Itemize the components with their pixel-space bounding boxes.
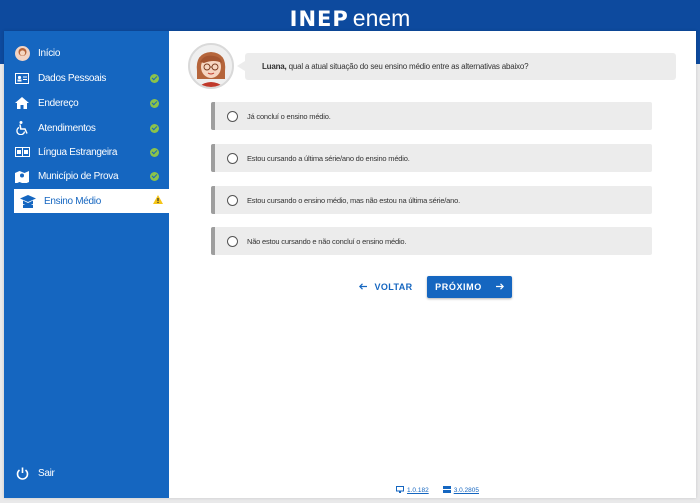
check-icon xyxy=(150,171,159,181)
sidebar-item-label: Língua Estrangeira xyxy=(38,146,118,158)
sidebar-item-ensino-medio[interactable]: Ensino Médio xyxy=(14,189,172,213)
check-icon xyxy=(150,73,159,83)
option-cursando-nao-ultima[interactable]: Estou cursando o ensino médio, mas não e… xyxy=(211,186,652,214)
check-icon xyxy=(150,98,159,108)
radio-button[interactable] xyxy=(227,194,238,206)
graduation-icon xyxy=(20,193,36,209)
wheelchair-icon xyxy=(14,120,30,136)
server-icon xyxy=(442,486,451,495)
enem-logo-text: enem xyxy=(352,5,411,31)
option-label: Já concluí o ensino médio. xyxy=(247,111,331,121)
option-label: Não estou cursando e não concluí o ensin… xyxy=(247,236,407,246)
id-card-icon xyxy=(14,70,30,86)
back-button[interactable]: VOLTAR xyxy=(355,277,417,297)
language-icon xyxy=(14,144,30,160)
next-button[interactable]: PRÓXIMO xyxy=(427,276,512,298)
front-version: 1.0.182 xyxy=(396,486,429,495)
sidebar-item-inicio[interactable]: Início xyxy=(4,42,169,64)
inep-logo-text: INEP xyxy=(289,7,349,31)
sidebar-item-lingua-estrangeira[interactable]: Língua Estrangeira xyxy=(4,141,169,163)
monitor-icon xyxy=(396,486,404,495)
back-version: 3.0.2805 xyxy=(442,486,479,495)
warning-icon xyxy=(153,195,163,207)
check-icon xyxy=(150,123,159,133)
sidebar-item-label: Endereço xyxy=(38,97,79,109)
next-label: PRÓXIMO xyxy=(435,282,482,292)
home-icon xyxy=(14,95,30,111)
arrow-left-icon xyxy=(359,282,368,293)
option-ultima-serie[interactable]: Estou cursando a última série/ano do ens… xyxy=(211,144,652,172)
radio-button[interactable] xyxy=(227,110,238,122)
back-label: VOLTAR xyxy=(374,282,413,292)
version-footer: 1.0.182 3.0.2805 xyxy=(396,486,479,495)
question-text: qual a atual situação do seu ensino médi… xyxy=(288,62,529,71)
check-icon xyxy=(150,147,159,157)
sidebar-item-dados-pessoais[interactable]: Dados Pessoais xyxy=(4,67,169,89)
assistant-avatar xyxy=(188,43,234,89)
sidebar-item-label: Ensino Médio xyxy=(44,195,101,207)
option-concluido[interactable]: Já concluí o ensino médio. xyxy=(211,102,652,130)
radio-button[interactable] xyxy=(227,235,238,247)
back-version-text: 3.0.2805 xyxy=(453,487,479,494)
sidebar-item-label: Município de Prova xyxy=(38,170,119,182)
option-label: Estou cursando o ensino médio, mas não e… xyxy=(247,195,460,205)
sidebar-item-atendimentos[interactable]: Atendimentos xyxy=(4,117,169,139)
logout-button[interactable]: Sair xyxy=(4,462,169,484)
user-name: Luana, xyxy=(262,62,287,71)
radio-button[interactable] xyxy=(227,152,238,164)
inep-enem-logo: INEP enem xyxy=(0,6,700,32)
option-label: Estou cursando a última série/ano do ens… xyxy=(247,153,410,163)
sidebar-item-municipio-de-prova[interactable]: Município de Prova xyxy=(4,165,169,187)
arrow-right-icon xyxy=(495,282,504,293)
logout-label: Sair xyxy=(38,467,55,479)
front-version-text: 1.0.182 xyxy=(407,487,429,494)
sidebar-item-label: Dados Pessoais xyxy=(38,72,107,84)
sidebar-item-label: Início xyxy=(38,47,61,59)
option-nao-cursando[interactable]: Não estou cursando e não concluí o ensin… xyxy=(211,227,652,255)
question-bubble: Luana, qual a atual situação do seu ensi… xyxy=(237,53,676,80)
avatar-icon xyxy=(14,45,30,61)
sidebar-item-endereco[interactable]: Endereço xyxy=(4,92,169,114)
sidebar-item-label: Atendimentos xyxy=(38,122,96,134)
power-icon xyxy=(14,465,30,481)
map-icon xyxy=(14,168,30,184)
sidebar: Início Dados Pessoais Endereço Atendimen… xyxy=(4,31,172,498)
